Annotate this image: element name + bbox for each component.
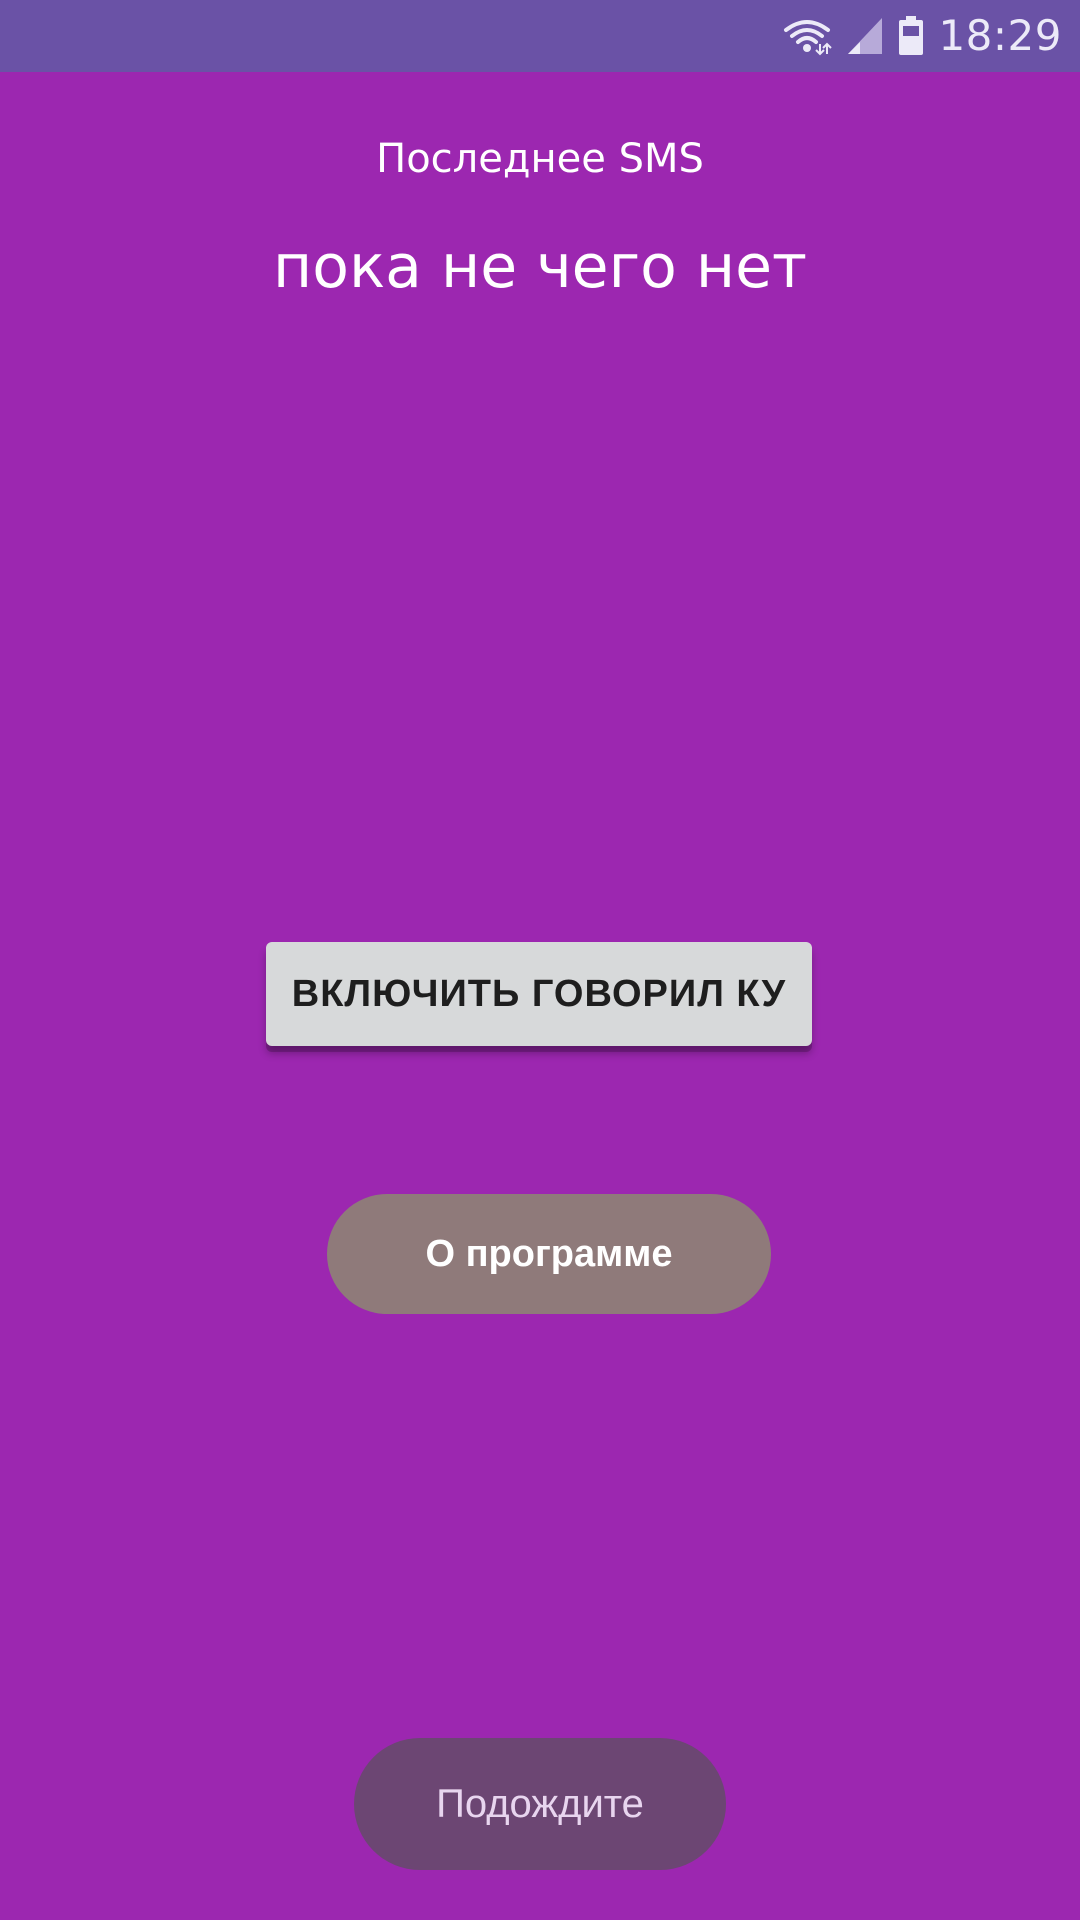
status-icons: 18:29 [782,0,1062,72]
status-time: 18:29 [938,11,1062,60]
wait-button[interactable]: Подождите [354,1738,726,1870]
wifi-icon [782,16,833,56]
enable-speaker-button[interactable]: ВКЛЮЧИТЬ ГОВОРИЛ КУ [266,942,812,1046]
about-button[interactable]: О программе [327,1194,771,1314]
status-bar: 18:29 [0,0,1080,72]
last-sms-value: пока не чего нет [273,232,807,302]
battery-icon [898,16,924,56]
signal-icon [846,16,884,56]
last-sms-label: Последнее SMS [376,136,704,182]
